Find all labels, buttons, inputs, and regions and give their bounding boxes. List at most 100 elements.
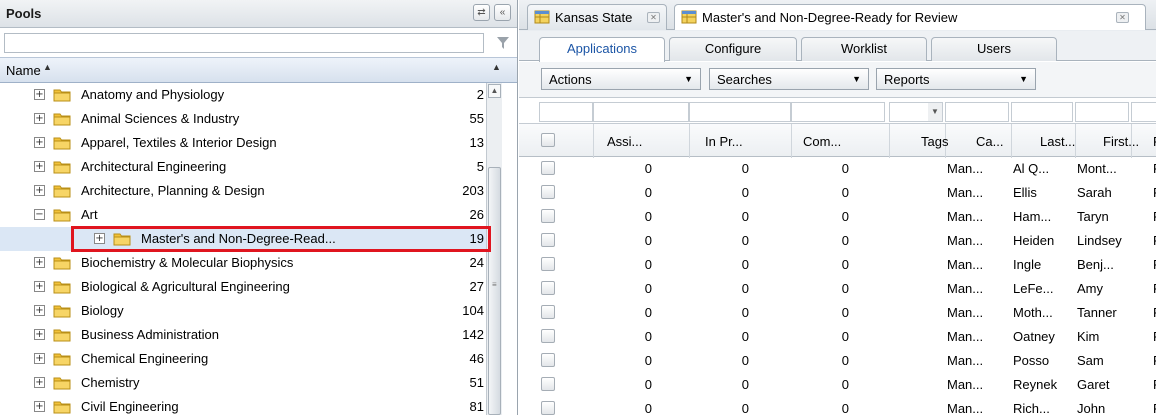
column-header[interactable]: Com... bbox=[803, 134, 841, 149]
table-row[interactable]: 000Man...Moth...TannerF bbox=[519, 301, 1156, 325]
collapse-icon[interactable]: − bbox=[34, 209, 45, 220]
filter-cell[interactable] bbox=[791, 102, 885, 122]
filter-cell[interactable] bbox=[1011, 102, 1073, 122]
column-separator[interactable] bbox=[889, 124, 890, 158]
tab-applications[interactable]: Applications bbox=[539, 37, 665, 62]
table-row[interactable]: 000Man...EllisSarahF bbox=[519, 181, 1156, 205]
actions-dropdown[interactable]: Actions ▼ bbox=[541, 68, 701, 90]
tree-row[interactable]: + Apparel, Textiles & Interior Design 13 bbox=[0, 131, 500, 155]
table-row[interactable]: 000Man...LeFe...AmyF bbox=[519, 277, 1156, 301]
row-checkbox[interactable] bbox=[541, 161, 555, 175]
swap-panel-button[interactable]: ⇄ bbox=[473, 4, 490, 21]
folder-icon bbox=[53, 279, 71, 294]
text-cell: Man... bbox=[947, 377, 984, 392]
expand-icon[interactable]: + bbox=[34, 113, 45, 124]
table-row[interactable]: 000Man...PossoSamF bbox=[519, 349, 1156, 373]
scroll-up-icon[interactable]: ▲ bbox=[492, 62, 501, 72]
tree-row[interactable]: + Chemistry 51 bbox=[0, 371, 500, 395]
collapse-panel-button[interactable]: « bbox=[494, 4, 511, 21]
tab-kansas-state[interactable]: Kansas State ✕ bbox=[527, 4, 667, 30]
expand-icon[interactable]: + bbox=[34, 377, 45, 388]
row-checkbox[interactable] bbox=[541, 281, 555, 295]
tree-row[interactable]: + Architectural Engineering 5 bbox=[0, 155, 500, 179]
column-header[interactable]: Assi... bbox=[607, 134, 642, 149]
select-all-checkbox[interactable] bbox=[541, 133, 555, 147]
close-icon[interactable]: ✕ bbox=[647, 12, 660, 23]
row-checkbox[interactable] bbox=[541, 185, 555, 199]
tree-row[interactable]: + Anatomy and Physiology 2 bbox=[0, 83, 500, 107]
filter-cell[interactable] bbox=[689, 102, 791, 122]
searches-dropdown[interactable]: Searches ▼ bbox=[709, 68, 869, 90]
column-separator[interactable] bbox=[791, 124, 792, 158]
row-checkbox[interactable] bbox=[541, 209, 555, 223]
tree-row[interactable]: + Animal Sciences & Industry 55 bbox=[0, 107, 500, 131]
tree-row[interactable]: + Business Administration 142 bbox=[0, 323, 500, 347]
row-checkbox[interactable] bbox=[541, 401, 555, 415]
column-separator[interactable] bbox=[593, 124, 594, 158]
row-checkbox[interactable] bbox=[541, 329, 555, 343]
table-row[interactable]: 000Man...Rich...JohnF bbox=[519, 397, 1156, 415]
count-cell: 0 bbox=[741, 161, 749, 176]
tree-row[interactable]: + Biochemistry & Molecular Biophysics 24 bbox=[0, 251, 500, 275]
expand-icon[interactable]: + bbox=[34, 257, 45, 268]
filter-cell[interactable] bbox=[1131, 102, 1156, 122]
tree-row[interactable]: + Biological & Agricultural Engineering 27 bbox=[0, 275, 500, 299]
tree-row[interactable]: − Art 26 bbox=[0, 203, 500, 227]
expand-icon[interactable]: + bbox=[34, 353, 45, 364]
tree-row[interactable]: + Chemical Engineering 46 bbox=[0, 347, 500, 371]
column-separator[interactable] bbox=[689, 124, 690, 158]
column-separator[interactable] bbox=[1011, 124, 1012, 158]
scrollbar-thumb[interactable]: ≡ bbox=[488, 167, 501, 415]
table-row[interactable]: 000Man...ReynekGaretF bbox=[519, 373, 1156, 397]
applications-grid: ▼ Assi... In Pr... Com... Tags Ca... Last... F… bbox=[519, 99, 1156, 415]
filter-cell[interactable] bbox=[1075, 102, 1129, 122]
text-cell: Tanner bbox=[1077, 305, 1117, 320]
column-header[interactable]: First... bbox=[1103, 134, 1139, 149]
tab-worklist[interactable]: Worklist bbox=[801, 37, 927, 61]
expand-icon[interactable]: + bbox=[34, 185, 45, 196]
expand-icon[interactable]: + bbox=[34, 329, 45, 340]
expand-icon[interactable]: + bbox=[34, 281, 45, 292]
table-row[interactable]: 000Man...Al Q...Mont...F bbox=[519, 157, 1156, 181]
column-header[interactable]: Tags bbox=[921, 134, 948, 149]
expand-icon[interactable]: + bbox=[34, 137, 45, 148]
tree-row[interactable]: + Biology 104 bbox=[0, 299, 500, 323]
filter-cell[interactable] bbox=[945, 102, 1009, 122]
filter-cell[interactable] bbox=[593, 102, 689, 122]
text-cell: Al Q... bbox=[1013, 161, 1050, 176]
tree-row-label: Biochemistry & Molecular Biophysics bbox=[81, 255, 294, 270]
table-row[interactable]: 000Man...IngleBenj...F bbox=[519, 253, 1156, 277]
tree-row-count: 5 bbox=[476, 159, 484, 174]
close-icon[interactable]: ✕ bbox=[1116, 12, 1129, 23]
expand-icon[interactable]: + bbox=[34, 89, 45, 100]
pool-filter-input[interactable] bbox=[4, 33, 484, 53]
count-cell: 0 bbox=[841, 161, 849, 176]
column-header[interactable]: Last... bbox=[1040, 134, 1075, 149]
scroll-up-button[interactable]: ▲ bbox=[488, 84, 501, 98]
row-checkbox[interactable] bbox=[541, 353, 555, 367]
tab-masters-review[interactable]: Master's and Non-Degree-Ready for Review… bbox=[674, 4, 1146, 30]
tab-configure[interactable]: Configure bbox=[669, 37, 797, 61]
table-row[interactable]: 000Man...Ham...TarynF bbox=[519, 205, 1156, 229]
row-checkbox[interactable] bbox=[541, 257, 555, 271]
table-row[interactable]: 000Man...HeidenLindseyF bbox=[519, 229, 1156, 253]
row-checkbox[interactable] bbox=[541, 377, 555, 391]
expand-icon[interactable]: + bbox=[34, 161, 45, 172]
column-header[interactable]: Ca... bbox=[976, 134, 1003, 149]
expand-icon[interactable]: + bbox=[34, 401, 45, 412]
row-checkbox[interactable] bbox=[541, 305, 555, 319]
filter-funnel-icon[interactable] bbox=[497, 37, 509, 49]
tree-row[interactable]: + Civil Engineering 81 bbox=[0, 395, 500, 415]
tree-row-label: Architectural Engineering bbox=[81, 159, 227, 174]
reports-dropdown[interactable]: Reports ▼ bbox=[876, 68, 1036, 90]
tab-users[interactable]: Users bbox=[931, 37, 1057, 61]
pools-header: Pools ⇄ « bbox=[0, 0, 517, 28]
tags-filter-select[interactable]: ▼ bbox=[889, 102, 943, 122]
column-header[interactable]: In Pr... bbox=[705, 134, 743, 149]
tree-row[interactable]: + Architecture, Planning & Design 203 bbox=[0, 179, 500, 203]
expand-icon[interactable]: + bbox=[34, 305, 45, 316]
name-column-header[interactable]: Name ▲ ▲ bbox=[0, 57, 517, 83]
table-row[interactable]: 000Man...OatneyKimF bbox=[519, 325, 1156, 349]
filter-cell[interactable] bbox=[539, 102, 593, 122]
row-checkbox[interactable] bbox=[541, 233, 555, 247]
